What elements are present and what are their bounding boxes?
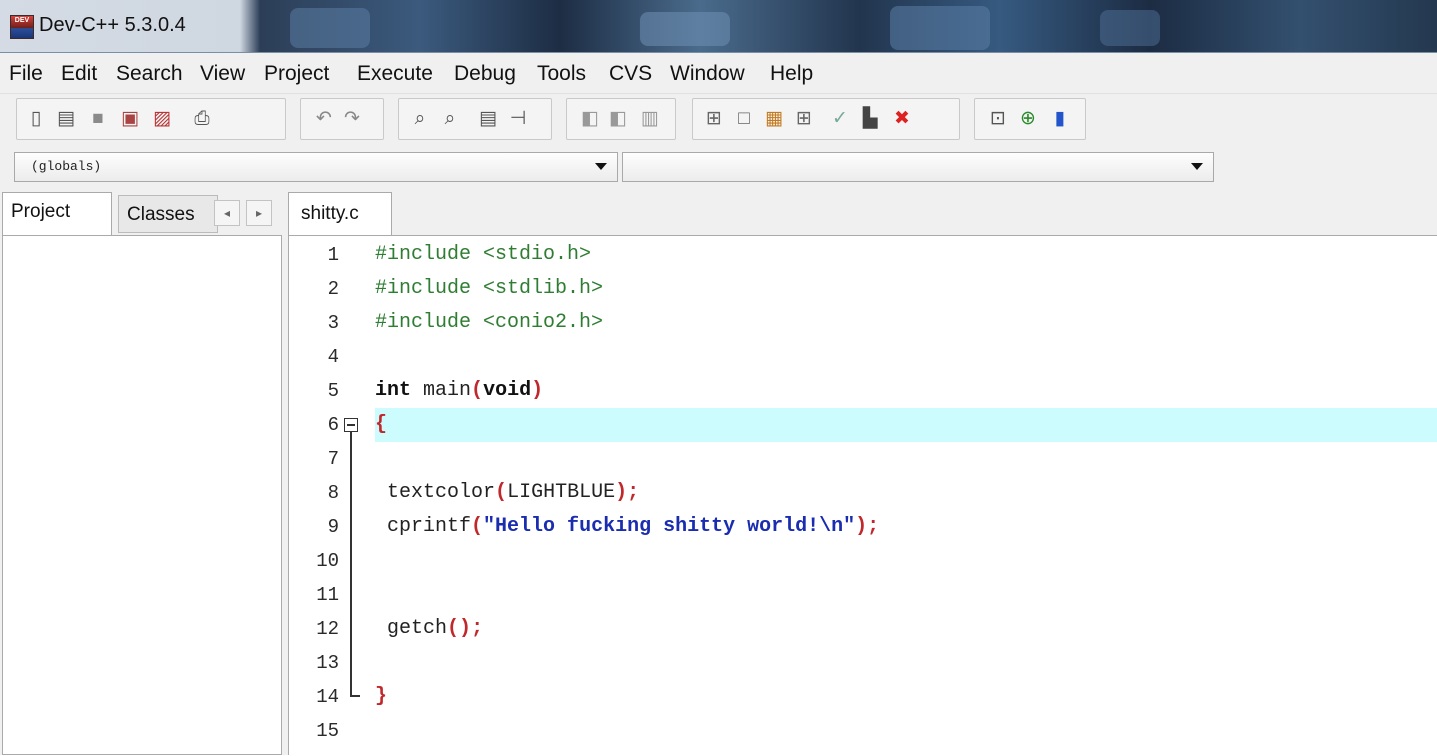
line-number: 6 (327, 414, 339, 436)
line-number: 9 (327, 516, 339, 538)
menu-execute[interactable]: Execute (357, 62, 433, 86)
fold-line (350, 432, 352, 696)
combo-row: (globals) (0, 146, 1437, 190)
code-line[interactable] (375, 714, 1437, 748)
redo-icon[interactable]: ↷ (341, 108, 363, 130)
menu-bar: File Edit Search View Project Execute De… (0, 53, 1437, 94)
left-panel-tabs: Project Classes ◂ ▸ (0, 190, 284, 235)
menu-debug[interactable]: Debug (454, 62, 516, 86)
profile-icon[interactable]: ▙ (859, 108, 881, 130)
project-options-icon[interactable]: ▦ (763, 108, 785, 130)
line-number: 15 (316, 720, 339, 742)
members-combo[interactable] (622, 152, 1214, 182)
close-icon[interactable]: ▨ (151, 108, 173, 130)
chevron-down-icon (1191, 163, 1203, 170)
check-syntax-icon[interactable]: ✓ (829, 108, 851, 130)
code-line[interactable]: textcolor(LIGHTBLUE); (375, 476, 1437, 510)
toolbar-group-window: ⊡ ⊕ ▮ (974, 98, 1086, 140)
chevron-down-icon (595, 163, 607, 170)
line-number: 10 (316, 550, 339, 572)
line-number: 5 (327, 380, 339, 402)
code-line[interactable] (375, 646, 1437, 680)
menu-edit[interactable]: Edit (61, 62, 97, 86)
line-number: 7 (327, 448, 339, 470)
toolbar-group-project: ⊞ □ ▦ ⊞ ✓ ▙ ✖ (692, 98, 960, 140)
line-number: 1 (327, 244, 339, 266)
replace-icon[interactable]: ⌕ (439, 108, 461, 130)
toggle-bookmark-icon[interactable]: ◧ (579, 108, 601, 130)
toolbar-group-bookmarks: ◧ ◧ ▥ (566, 98, 676, 140)
indent-icon[interactable]: ▤ (477, 108, 499, 130)
code-line[interactable]: getch(); (375, 612, 1437, 646)
unindent-icon[interactable]: ⊣ (507, 108, 529, 130)
line-number: 13 (316, 652, 339, 674)
left-panel: Project Classes ◂ ▸ (0, 190, 284, 755)
menu-help[interactable]: Help (770, 62, 813, 86)
code-line[interactable]: cprintf("Hello fucking shitty world!\n")… (375, 510, 1437, 544)
line-gutter: 1 2 3 4 5 6 7 8 9 10 11 12 13 14 15 (289, 236, 373, 756)
menu-project[interactable]: Project (264, 62, 329, 86)
code-line[interactable] (375, 442, 1437, 476)
line-number: 12 (316, 618, 339, 640)
toolbar-group-file: ▯ ▤ ■ ▣ ▨ ⎙ (16, 98, 286, 140)
line-number: 11 (316, 584, 339, 606)
editor-area: shitty.c 1 2 3 4 5 6 7 8 9 10 11 12 13 14 15 #include … (284, 190, 1437, 756)
menu-file[interactable]: File (9, 62, 43, 86)
tab-project[interactable]: Project (2, 192, 112, 235)
menu-cvs[interactable]: CVS (609, 62, 652, 86)
window-title: Dev-C++ 5.3.0.4 (39, 14, 186, 36)
compiler-options-icon[interactable]: ⊞ (793, 108, 815, 130)
code-line[interactable]: #include <stdio.h> (375, 238, 1437, 272)
goto-line-icon[interactable]: ▥ (639, 108, 661, 130)
tab-file[interactable]: shitty.c (288, 192, 392, 236)
code-line[interactable]: #include <conio2.h> (375, 306, 1437, 340)
goto-bookmark-icon[interactable]: ◧ (607, 108, 629, 130)
code-line[interactable]: #include <stdlib.h> (375, 272, 1437, 306)
project-tree[interactable] (2, 235, 282, 755)
class-browser-icon[interactable]: ⊞ (703, 108, 725, 130)
open-file-icon[interactable]: ▤ (55, 108, 77, 130)
find-icon[interactable]: ⌕ (409, 108, 431, 130)
undo-icon[interactable]: ↶ (313, 108, 335, 130)
code-editor[interactable]: 1 2 3 4 5 6 7 8 9 10 11 12 13 14 15 #include <stdio.h>… (288, 235, 1437, 756)
app-icon: DEV (10, 15, 34, 39)
menu-tools[interactable]: Tools (537, 62, 586, 86)
print-icon[interactable]: ⎙ (191, 108, 213, 130)
scope-combo[interactable]: (globals) (14, 152, 618, 182)
new-window-icon[interactable]: ⊡ (987, 108, 1009, 130)
new-project-icon[interactable]: □ (733, 108, 755, 130)
line-number: 14 (316, 686, 339, 708)
line-number: 4 (327, 346, 339, 368)
save-all-icon[interactable]: ▣ (119, 108, 141, 130)
title-bar: DEV Dev-C++ 5.3.0.4 (0, 0, 1437, 53)
tab-classes[interactable]: Classes (118, 195, 218, 233)
fold-collapse-icon[interactable] (344, 418, 358, 432)
save-icon[interactable]: ■ (87, 108, 109, 130)
delete-profile-icon[interactable]: ✖ (891, 108, 913, 130)
code-line[interactable] (375, 578, 1437, 612)
code-line[interactable]: { (375, 408, 1437, 442)
new-file-icon[interactable]: ▯ (25, 108, 47, 130)
toolbar-group-search: ⌕ ⌕ ▤ ⊣ (398, 98, 552, 140)
tab-scroll-right-icon[interactable]: ▸ (246, 200, 272, 226)
menu-window[interactable]: Window (670, 62, 745, 86)
tab-scroll-left-icon[interactable]: ◂ (214, 200, 240, 226)
fold-end (350, 695, 360, 697)
code-line[interactable]: } (375, 680, 1437, 714)
line-number: 3 (327, 312, 339, 334)
scope-combo-value: (globals) (31, 159, 102, 174)
code-line[interactable] (375, 340, 1437, 374)
line-number: 8 (327, 482, 339, 504)
menu-search[interactable]: Search (116, 62, 183, 86)
code-line[interactable] (375, 544, 1437, 578)
line-number: 2 (327, 278, 339, 300)
add-to-project-icon[interactable]: ⊕ (1017, 108, 1039, 130)
toolbar: ▯ ▤ ■ ▣ ▨ ⎙ ↶ ↷ ⌕ ⌕ ▤ ⊣ ◧ ◧ ▥ ⊞ □ ▦ ⊞ ✓ … (0, 94, 1437, 146)
menu-view[interactable]: View (200, 62, 245, 86)
toolbar-group-undo: ↶ ↷ (300, 98, 384, 140)
remove-from-project-icon[interactable]: ▮ (1049, 108, 1071, 130)
code-line[interactable]: int main(void) (375, 374, 1437, 408)
